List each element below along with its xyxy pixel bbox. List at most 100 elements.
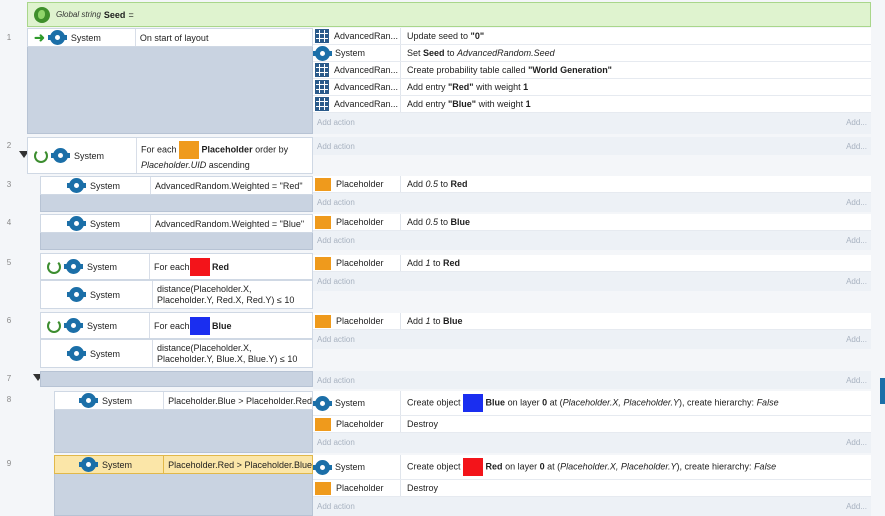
condition-object: System — [102, 459, 133, 470]
action-row[interactable]: Placeholder Destroy — [313, 480, 871, 497]
action-text: Destroy — [407, 419, 439, 429]
placeholder-icon — [315, 177, 331, 191]
system-gear-icon — [79, 393, 98, 408]
action-row[interactable]: Placeholder Add 1 to Red — [313, 255, 871, 272]
add-action-link[interactable]: Add action Add... — [313, 272, 871, 290]
action-row[interactable]: AdvancedRan... Add entry "Blue" with wei… — [313, 96, 871, 113]
action-text: Update seed to "0" — [407, 31, 485, 41]
actions-block-7: Add action Add... — [313, 371, 871, 389]
action-object: Placeholder — [336, 179, 384, 189]
actions-block-1: AdvancedRan... Update seed to "0" System… — [313, 28, 871, 134]
actions-block-9: System Create object Red on layer 0 at (… — [313, 455, 871, 516]
condition-row[interactable]: System distance(Placeholder.X, Placehold… — [40, 339, 313, 368]
action-text: Add 1 to Red — [407, 258, 461, 268]
condition-object: System — [90, 218, 121, 229]
action-row[interactable]: Placeholder Add 0.5 to Blue — [313, 214, 871, 231]
condition-text: AdvancedRandom.Weighted = "Red" — [150, 177, 303, 194]
global-var-eq: = — [128, 9, 134, 20]
condition-text: For each Blue — [149, 313, 232, 338]
row-number: 9 — [6, 459, 12, 468]
actions-block-2: Add action Add... — [313, 137, 871, 155]
add-action-link[interactable]: Add action Add... — [313, 113, 871, 131]
action-row[interactable]: Placeholder Destroy — [313, 416, 871, 433]
add-action-link[interactable]: Add action Add... — [313, 193, 871, 211]
add-action-link[interactable]: Add action Add... — [313, 371, 871, 389]
add-action-link[interactable]: Add action Add... — [313, 231, 871, 249]
condition-text: distance(Placeholder.X, Placeholder.Y, R… — [152, 281, 310, 308]
condition-row[interactable]: System For each Red — [40, 253, 313, 280]
action-row[interactable]: Placeholder Add 1 to Blue — [313, 313, 871, 330]
action-object: Placeholder — [336, 217, 384, 227]
action-row[interactable]: Placeholder Add 0.5 to Red — [313, 176, 871, 193]
action-row[interactable]: System Set Seed to AdvancedRandom.Seed — [313, 45, 871, 62]
action-text: Create object Red on layer 0 at (Placeho… — [401, 458, 776, 476]
advanced-random-icon — [315, 97, 329, 111]
condition-text: For each Red — [149, 254, 229, 279]
action-text: Create object Blue on layer 0 at (Placeh… — [401, 394, 779, 412]
row-number: 8 — [6, 395, 12, 404]
system-gear-icon — [64, 259, 83, 274]
condition-row-selected[interactable]: System Placeholder.Red > Placeholder.Blu… — [54, 455, 313, 474]
condition-row[interactable]: System distance(Placeholder.X, Placehold… — [40, 280, 313, 309]
action-object: Placeholder — [336, 483, 384, 493]
condition-object: System — [90, 348, 121, 359]
system-gear-icon — [79, 457, 98, 472]
global-variable-row[interactable]: Global string Seed = — [27, 2, 871, 27]
row-number: 6 — [6, 316, 12, 325]
condition-object: System — [87, 320, 118, 331]
system-gear-icon — [47, 30, 67, 45]
condition-text: AdvancedRandom.Weighted = "Blue" — [150, 215, 304, 232]
loop-icon — [34, 148, 48, 163]
action-object: AdvancedRan... — [334, 99, 399, 109]
placeholder-icon — [315, 215, 331, 229]
condition-text: For each Placeholder order by Placeholde… — [136, 138, 288, 173]
row-number: 1 — [6, 33, 12, 42]
system-gear-icon — [67, 178, 86, 193]
placeholder-icon — [315, 314, 331, 328]
loop-icon — [47, 259, 61, 274]
global-var-name: Seed — [103, 9, 126, 20]
row-number: 4 — [6, 218, 12, 227]
system-gear-icon — [51, 148, 70, 163]
action-row[interactable]: System Create object Red on layer 0 at (… — [313, 455, 871, 480]
action-text: Add 0.5 to Red — [407, 179, 468, 189]
action-text: Add 1 to Blue — [407, 316, 463, 326]
condition-row[interactable]: System For each Placeholder order by Pla… — [27, 137, 313, 174]
event-block-7[interactable] — [40, 371, 313, 387]
action-object: Placeholder — [336, 419, 384, 429]
action-object: AdvancedRan... — [334, 65, 399, 75]
system-gear-icon — [67, 287, 86, 302]
action-object: System — [335, 398, 366, 408]
action-text: Set Seed to AdvancedRandom.Seed — [407, 48, 555, 58]
blue-sprite-icon — [189, 316, 210, 335]
action-row[interactable]: AdvancedRan... Create probability table … — [313, 62, 871, 79]
condition-object: System — [90, 180, 121, 191]
action-row[interactable]: AdvancedRan... Update seed to "0" — [313, 28, 871, 45]
add-action-link[interactable]: Add action Add... — [313, 137, 871, 155]
condition-row[interactable]: ➜ System On start of layout — [27, 28, 313, 47]
system-gear-icon — [313, 459, 332, 475]
action-object: AdvancedRan... — [334, 82, 399, 92]
condition-row[interactable]: System Placeholder.Blue > Placeholder.Re… — [54, 391, 313, 410]
add-action-link[interactable]: Add action Add... — [313, 330, 871, 348]
condition-row[interactable]: System AdvancedRandom.Weighted = "Blue" — [40, 214, 313, 233]
actions-block-3: Placeholder Add 0.5 to Red Add action Add… — [313, 176, 871, 212]
action-object: System — [335, 48, 366, 58]
row-number: 2 — [6, 141, 12, 150]
condition-row[interactable]: System AdvancedRandom.Weighted = "Red" — [40, 176, 313, 195]
row-number: 5 — [6, 258, 12, 267]
condition-object: System — [70, 32, 101, 43]
action-row[interactable]: System Create object Blue on layer 0 at … — [313, 391, 871, 416]
system-gear-icon — [67, 346, 86, 361]
advanced-random-icon — [315, 63, 329, 77]
condition-row[interactable]: System For each Blue — [40, 312, 313, 339]
condition-text: On start of layout — [134, 29, 208, 46]
system-gear-icon — [313, 395, 332, 411]
add-action-link[interactable]: Add action Add... — [313, 497, 871, 515]
trigger-arrow-icon: ➜ — [34, 29, 45, 45]
scrollbar-marker[interactable] — [880, 378, 885, 404]
add-action-link[interactable]: Add action Add... — [313, 433, 871, 451]
condition-object: System — [90, 289, 121, 300]
placeholder-icon — [315, 256, 331, 270]
action-row[interactable]: AdvancedRan... Add entry "Red" with weig… — [313, 79, 871, 96]
